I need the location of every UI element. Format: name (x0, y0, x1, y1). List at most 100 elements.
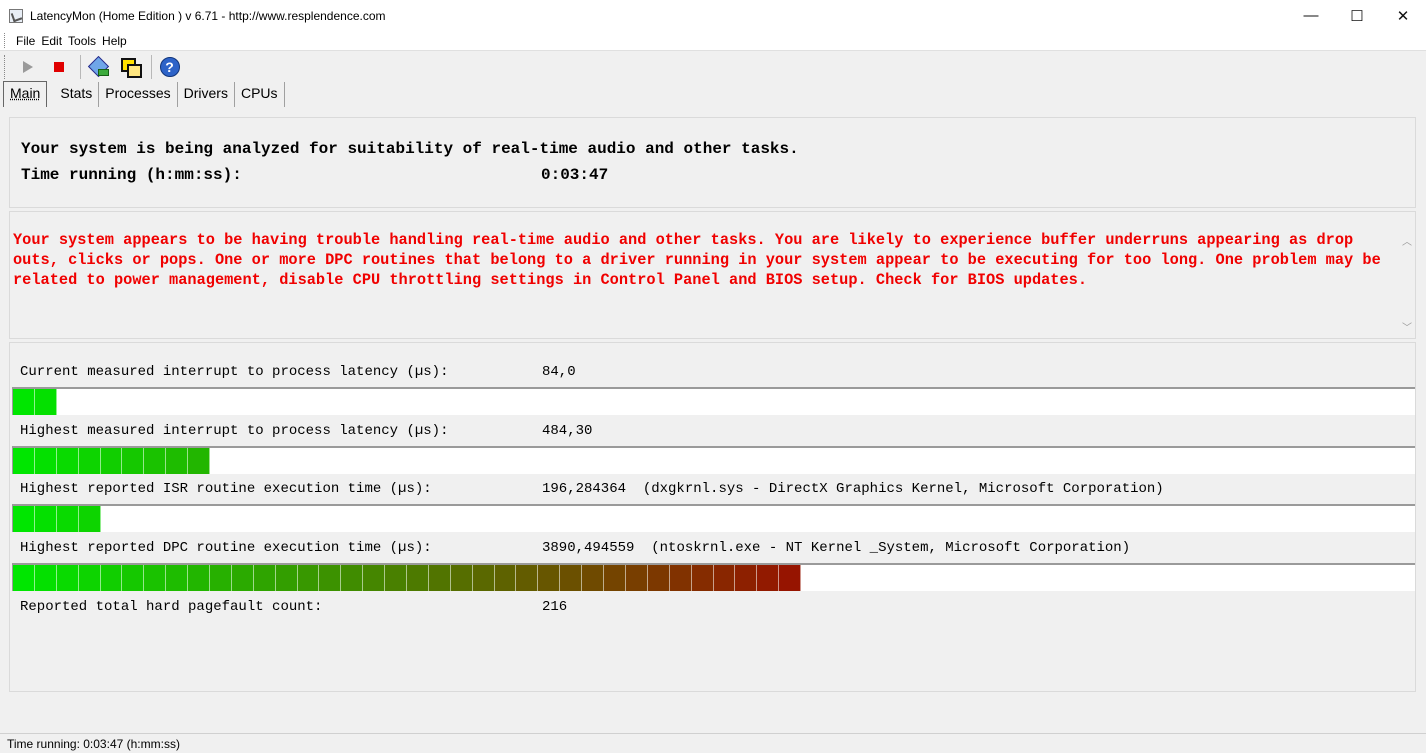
metrics-panel: Current measured interrupt to process la… (9, 342, 1416, 692)
metric-label: Highest reported DPC routine execution t… (20, 540, 432, 556)
latency-bar (12, 446, 1415, 474)
windows-button[interactable] (116, 53, 143, 80)
bar-segment (122, 448, 145, 474)
window-title: LatencyMon (Home Edition ) v 6.71 - http… (30, 8, 386, 23)
tools-icon (87, 55, 109, 77)
bar-segment (253, 565, 276, 591)
bar-segment (604, 565, 626, 591)
tab-drivers[interactable]: Drivers (178, 82, 235, 107)
bar-segment (56, 506, 79, 532)
toolbar-grip (4, 54, 8, 79)
menu-tools[interactable]: Tools (65, 34, 99, 48)
help-button[interactable]: ? (156, 53, 183, 80)
time-running-label: Time running (h:mm:ss): (21, 166, 242, 184)
bar-segment (144, 448, 167, 474)
bar-segment (582, 565, 605, 591)
bar-fill (13, 389, 57, 415)
metric-label: Highest measured interrupt to process la… (20, 423, 449, 439)
metric-detail: (ntoskrnl.exe - NT Kernel _System, Micro… (651, 540, 1131, 556)
pagefault-value: 216 (542, 599, 568, 615)
status-bar: Time running: 0:03:47 (h:mm:ss) (0, 733, 1426, 753)
bar-segment (56, 565, 79, 591)
bar-segment (78, 448, 101, 474)
tab-cpus[interactable]: CPUs (235, 82, 285, 107)
toolbar-separator (80, 54, 81, 79)
warning-text: Your system appears to be having trouble… (13, 231, 1381, 289)
bar-segment (13, 506, 35, 532)
bar-fill (13, 506, 101, 532)
help-icon: ? (159, 56, 180, 77)
close-button[interactable]: ✕ (1380, 0, 1426, 31)
scroll-down-icon[interactable]: ﹀ (1402, 319, 1412, 334)
warning-panel: Your system appears to be having trouble… (9, 211, 1416, 339)
bar-segment (13, 389, 35, 415)
tab-stats[interactable]: Stats (54, 82, 100, 107)
bar-segment (78, 506, 101, 532)
bar-segment (34, 565, 57, 591)
bar-segment (297, 565, 320, 591)
bar-segment (494, 565, 517, 591)
pagefault-label: Reported total hard pagefault count: (20, 599, 323, 615)
bar-segment (450, 565, 473, 591)
bar-segment (757, 565, 780, 591)
bar-segment (319, 565, 342, 591)
minimize-button[interactable]: — (1288, 0, 1334, 31)
bar-segment (516, 565, 539, 591)
time-running-value: 0:03:47 (541, 166, 609, 184)
bar-segment (166, 565, 189, 591)
tab-strip: Main Stats Processes Drivers CPUs (0, 81, 285, 107)
window-controls: — ☐ ✕ (1288, 0, 1426, 31)
bar-segment (779, 565, 802, 591)
metric-value: 84,0 (542, 364, 576, 380)
bar-segment (385, 565, 408, 591)
tab-main[interactable]: Main (3, 81, 48, 107)
analysis-panel: Your system is being analyzed for suitab… (9, 117, 1416, 208)
bar-segment (275, 565, 298, 591)
bar-segment (144, 565, 167, 591)
metric-detail: (dxgkrnl.sys - DirectX Graphics Kernel, … (642, 481, 1164, 497)
menu-bar: File Edit Tools Help (0, 31, 1426, 51)
menu-file[interactable]: File (13, 34, 38, 48)
stop-icon (53, 61, 64, 72)
play-icon (22, 60, 33, 73)
windows-icon (120, 57, 142, 78)
metric-label: Highest reported ISR routine execution t… (20, 481, 432, 497)
analysis-text: Your system is being analyzed for suitab… (21, 140, 799, 158)
metric-value: 3890,494559 (ntoskrnl.exe - NT Kernel _S… (542, 540, 1131, 556)
bar-segment (166, 448, 189, 474)
bar-segment (34, 448, 57, 474)
scroll-up-icon[interactable]: ︿ (1402, 233, 1412, 248)
maximize-button[interactable]: ☐ (1334, 0, 1380, 31)
metric-value: 196,284364 (dxgkrnl.sys - DirectX Graphi… (542, 481, 1164, 497)
warning-scrollbar[interactable]: ︿ ﹀ (1398, 212, 1415, 338)
app-icon (9, 8, 23, 23)
start-button[interactable] (14, 53, 41, 80)
bar-segment (100, 448, 123, 474)
tools-button[interactable] (85, 53, 112, 80)
bar-segment (78, 565, 101, 591)
bar-segment (647, 565, 670, 591)
bar-segment (34, 506, 57, 532)
bar-fill (13, 448, 211, 474)
bar-segment (407, 565, 429, 591)
title-bar: LatencyMon (Home Edition ) v 6.71 - http… (0, 0, 1426, 31)
bar-segment (428, 565, 451, 591)
tab-processes[interactable]: Processes (99, 82, 178, 107)
menu-help[interactable]: Help (99, 34, 130, 48)
bar-segment (100, 565, 123, 591)
menu-grip (4, 33, 8, 48)
bar-segment (560, 565, 583, 591)
toolbar: ? (0, 51, 1426, 82)
bar-segment (341, 565, 364, 591)
bar-segment (188, 448, 211, 474)
bar-segment (122, 565, 145, 591)
bar-segment (13, 448, 35, 474)
bar-segment (472, 565, 495, 591)
stop-button[interactable] (45, 53, 72, 80)
menu-edit[interactable]: Edit (38, 34, 65, 48)
bar-segment (231, 565, 254, 591)
dpc-bar (12, 563, 1415, 591)
metric-value: 484,30 (542, 423, 593, 439)
status-text: Time running: 0:03:47 (h:mm:ss) (7, 736, 180, 751)
bar-segment (363, 565, 386, 591)
